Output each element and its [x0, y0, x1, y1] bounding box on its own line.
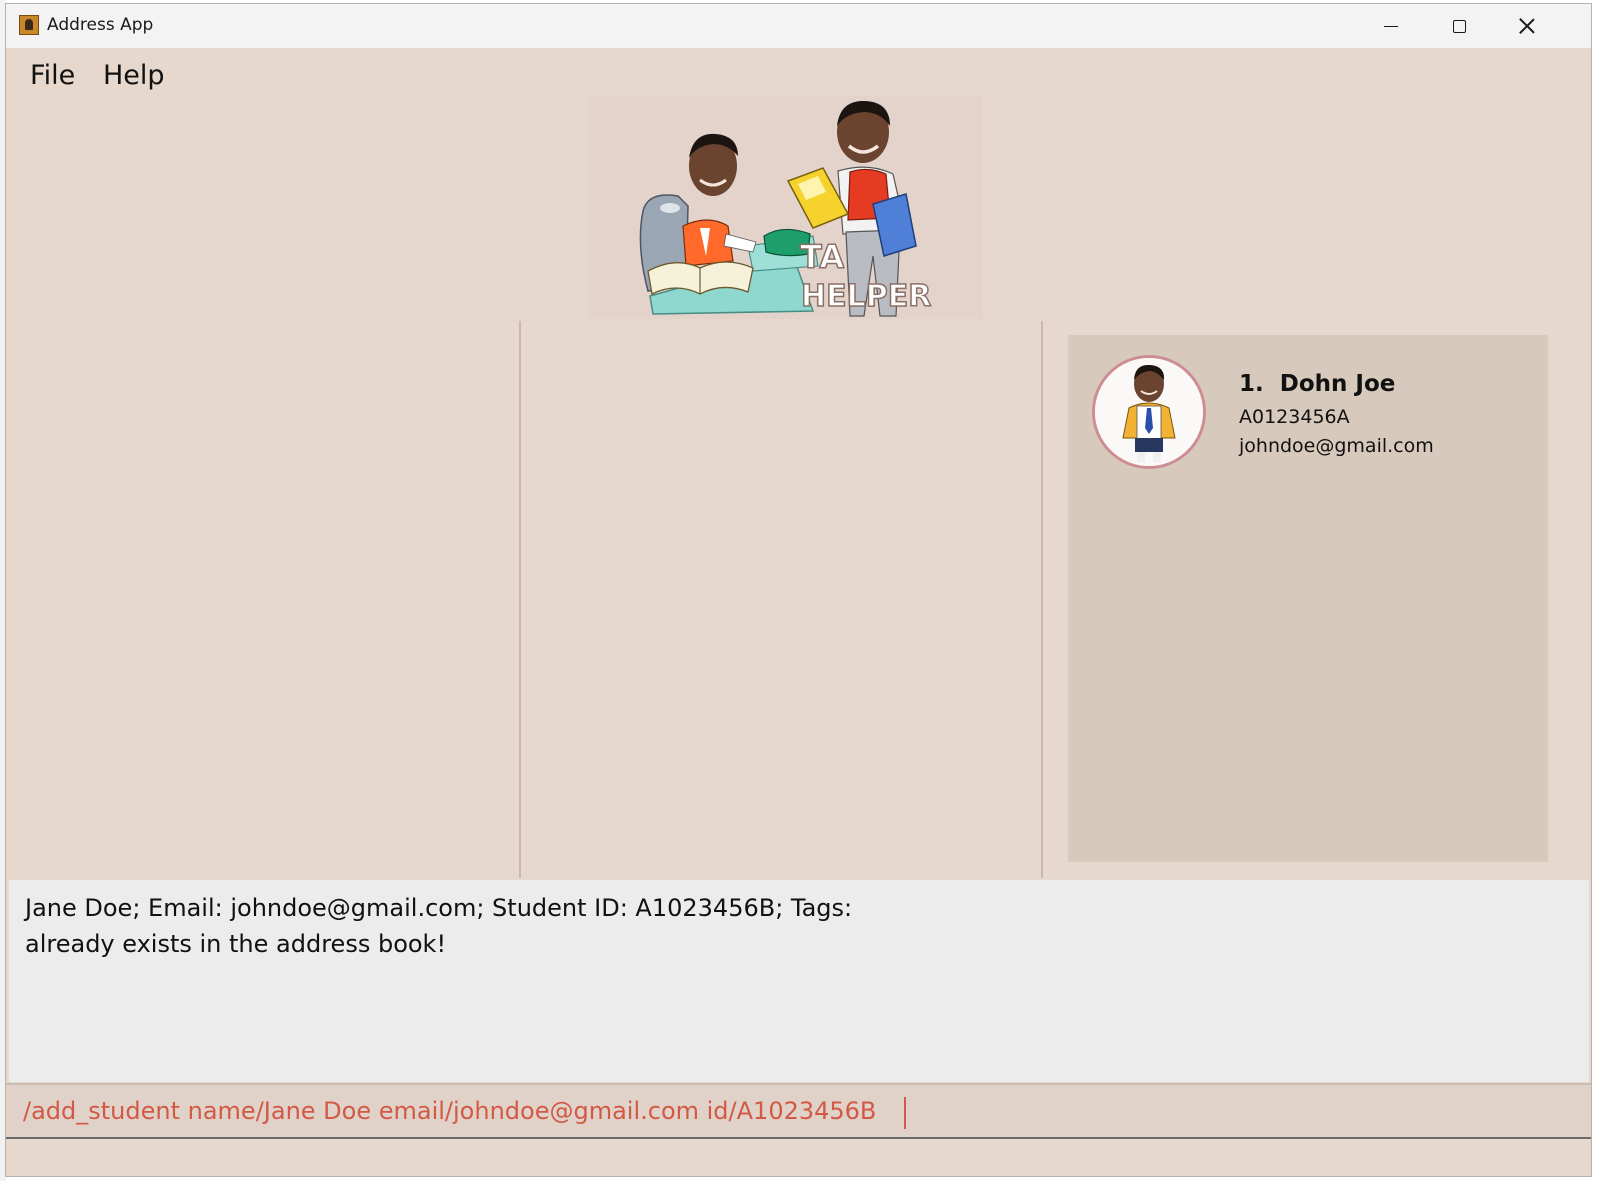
title-bar: Address App: [6, 4, 1591, 48]
student-list-panel[interactable]: 1. Dohn Joe A0123456A johndoe@gmail.com: [1068, 335, 1548, 862]
maximize-button[interactable]: [1425, 4, 1493, 48]
maximize-icon: [1452, 19, 1466, 33]
result-line-1: Jane Doe; Email: johndoe@gmail.com; Stud…: [25, 894, 853, 922]
command-input[interactable]: [23, 1093, 1523, 1129]
logo-text-helper: HELPER: [801, 279, 931, 314]
ta-helper-logo: TA HELPER: [588, 96, 983, 319]
avatar: [1092, 355, 1206, 469]
student-email: johndoe@gmail.com: [1239, 435, 1434, 457]
panel-divider[interactable]: [1041, 321, 1043, 878]
student-card[interactable]: 1. Dohn Joe A0123456A johndoe@gmail.com: [1068, 335, 1548, 485]
result-line-2: already exists in the address book!: [25, 930, 447, 958]
logo-text-ta: TA: [800, 238, 844, 276]
app-window: Address App File Help TA HELPER 1. Dohn …: [5, 3, 1592, 1177]
menu-file[interactable]: File: [30, 60, 75, 91]
window-title: Address App: [47, 15, 154, 35]
result-display[interactable]: Jane Doe; Email: johndoe@gmail.com; Stud…: [9, 880, 1589, 1082]
student-name: 1. Dohn Joe: [1239, 371, 1395, 397]
student-name-text: Dohn Joe: [1279, 371, 1396, 397]
close-icon: [1519, 18, 1535, 34]
command-box[interactable]: [6, 1083, 1591, 1139]
middle-panel: [521, 321, 1041, 878]
menu-help[interactable]: Help: [103, 60, 165, 91]
minimize-button[interactable]: [1357, 4, 1425, 48]
student-id: A0123456A: [1239, 406, 1350, 428]
student-index: 1.: [1239, 371, 1264, 397]
minimize-icon: [1384, 25, 1398, 27]
left-panel: [6, 321, 519, 878]
logo-illustration: TA HELPER: [639, 100, 932, 317]
close-button[interactable]: [1493, 4, 1561, 48]
result-message: Jane Doe; Email: johndoe@gmail.com; Stud…: [25, 890, 985, 962]
app-icon: [19, 15, 39, 35]
text-caret: [904, 1097, 906, 1129]
student-avatar-icon: [1095, 358, 1203, 466]
